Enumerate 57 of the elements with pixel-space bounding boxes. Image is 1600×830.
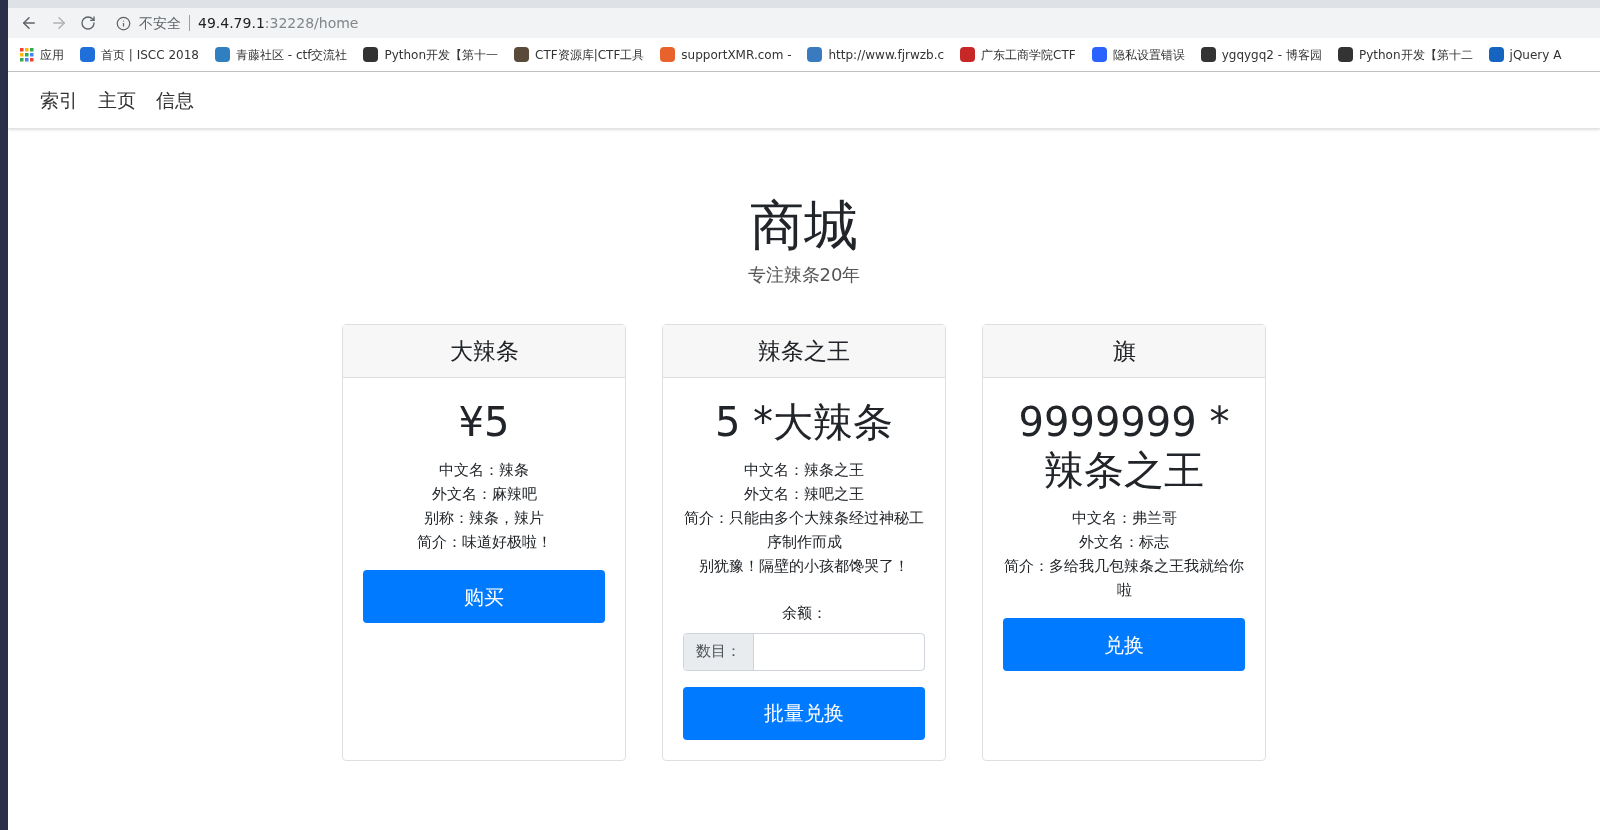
site-icon — [807, 47, 823, 62]
action-button[interactable]: 兑换 — [1003, 618, 1245, 672]
balance-label: 余额： — [780, 603, 828, 625]
site-icon — [214, 47, 230, 62]
nav-link[interactable]: 信息 — [156, 85, 194, 115]
page-subtitle: 专注辣条20年 — [747, 263, 861, 288]
action-button[interactable]: 批量兑换 — [683, 686, 925, 740]
card-description: 别犹豫！隔壁的小孩都馋哭了！ — [698, 556, 910, 578]
card-header: 旗 — [983, 325, 1265, 379]
site-icon — [514, 47, 530, 62]
nav-link[interactable]: 索引 — [40, 85, 78, 115]
bookmark-link[interactable]: 广东工商学院CTF — [960, 45, 1076, 64]
bookmark-link[interactable]: 隐私设置错误 — [1091, 45, 1185, 64]
card-description: 简介：只能由多个大辣条经过神秘工序制作而成 — [683, 508, 925, 554]
action-button[interactable]: 购买 — [363, 570, 605, 624]
input-prefix: 数目： — [684, 633, 754, 670]
card-description: 中文名：辣条 — [438, 460, 530, 482]
card-price: 9999999 *辣条之王 — [1017, 398, 1231, 495]
info-icon — [116, 15, 131, 31]
bookmark-link[interactable]: CTF资源库|CTF工具 — [514, 45, 645, 64]
site-icon — [1200, 47, 1216, 62]
page-title: 商城 — [750, 195, 858, 258]
card-description: 简介：味道好极啦！ — [415, 532, 553, 554]
site-icon — [1091, 47, 1107, 62]
url-text: 49.4.79.1:32228/home — [198, 13, 359, 33]
bookmark-link[interactable]: http://www.fjrwzb.c — [807, 45, 945, 64]
card-price: 5 *大辣条 — [713, 398, 895, 447]
card-header: 大辣条 — [343, 325, 625, 379]
bookmark-link[interactable]: 青藤社区 - ctf交流社 — [214, 45, 348, 64]
site-icon — [363, 47, 379, 62]
card-description: 外文名：标志 — [1078, 532, 1170, 554]
card-description: 简介：多给我几包辣条之王我就给你啦 — [1003, 556, 1245, 602]
card-description: 中文名：弗兰哥 — [1070, 508, 1178, 530]
back-icon[interactable] — [20, 14, 38, 32]
card-price: ¥5 — [457, 398, 511, 447]
card-description: 中文名：辣条之王 — [743, 460, 865, 482]
bookmark-link[interactable]: jQuery A — [1488, 45, 1562, 64]
bookmark-link[interactable]: Python开发【第十一 — [363, 45, 499, 64]
nav-link[interactable]: 主页 — [98, 85, 136, 115]
bookmark-link[interactable]: 应用 — [20, 45, 64, 64]
card-description: 外文名：麻辣吧 — [430, 484, 538, 506]
quantity-input-group[interactable]: 数目： — [683, 632, 925, 671]
reload-icon[interactable] — [80, 15, 96, 31]
site-icon — [80, 47, 95, 62]
site-icon — [960, 47, 976, 62]
site-icon — [1488, 47, 1504, 62]
card-description: 外文名：辣吧之王 — [743, 484, 865, 506]
bookmark-link[interactable]: Python开发【第十二 — [1337, 45, 1473, 64]
site-icon — [1337, 47, 1353, 62]
bookmark-link[interactable]: 首页 | ISCC 2018 — [80, 45, 199, 64]
apps-grid-icon — [20, 47, 34, 62]
bookmark-link[interactable]: supportXMR.com - — [660, 45, 792, 64]
card-description: 别称：辣条，辣片 — [423, 508, 545, 530]
bookmark-link[interactable]: ygqygq2 - 博客园 — [1200, 45, 1322, 64]
site-icon — [660, 47, 676, 62]
card-header: 辣条之王 — [663, 325, 945, 379]
security-label: 不安全 — [139, 13, 181, 33]
